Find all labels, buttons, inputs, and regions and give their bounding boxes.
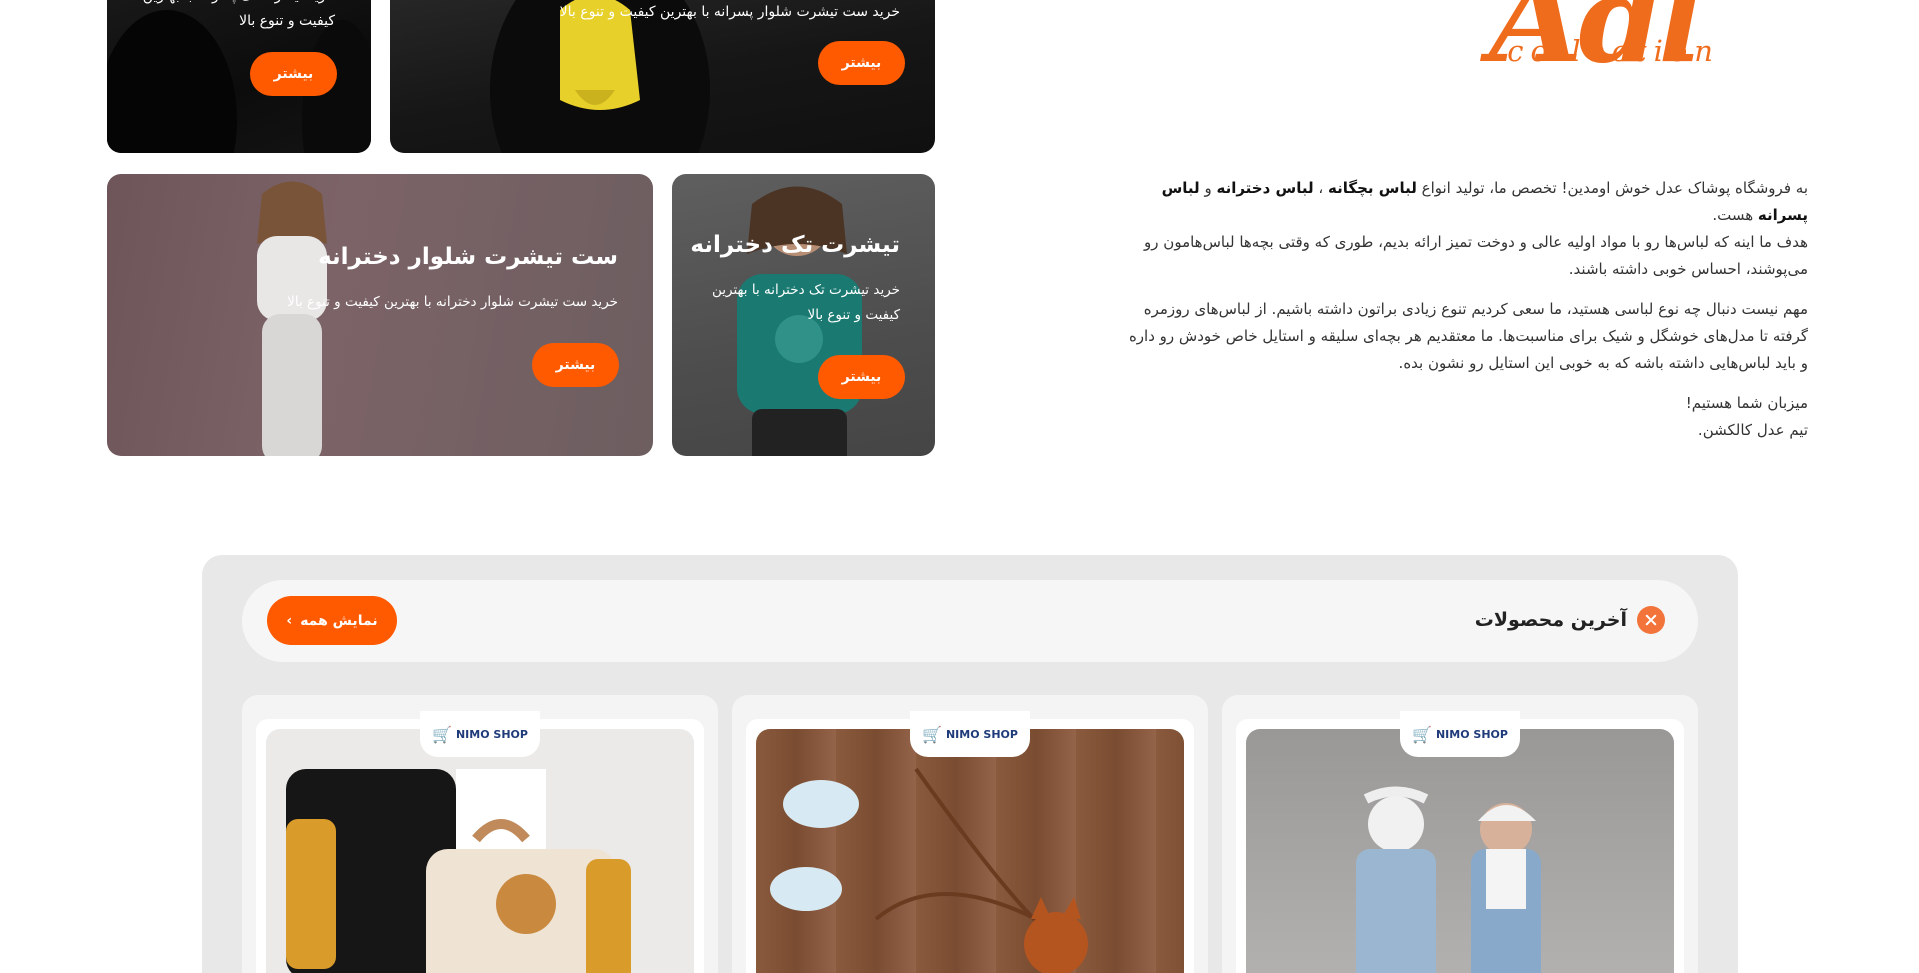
shop-logo-text: NIMO SHOP (1435, 727, 1508, 741)
latest-products-section: آخرین محصولات نمایش همه › 🛒 NIMO SHOP 🛒 … (202, 555, 1738, 973)
product-image[interactable] (756, 729, 1184, 973)
product-photo (286, 769, 631, 973)
section-title-label: آخرین محصولات (1474, 609, 1627, 631)
category-title: ست تیشرت شلوار دخترانه (318, 244, 618, 270)
about-paragraph: میزبان شما هستیم! تیم عدل کالکشن. (1118, 390, 1808, 444)
category-title: تیشرت تک دخترانه (690, 232, 900, 258)
product-card-inner: 🛒 NIMO SHOP (746, 711, 1194, 973)
cart-icon: 🛒 (922, 724, 942, 744)
product-card[interactable]: 🛒 NIMO SHOP (242, 695, 718, 973)
shop-logo: 🛒 NIMO SHOP (910, 711, 1030, 757)
section-title: آخرین محصولات (1475, 606, 1665, 634)
shop-logo: 🛒 NIMO SHOP (420, 711, 540, 757)
show-all-button[interactable]: نمایش همه › (267, 596, 397, 645)
category-card-girls-single[interactable]: تیشرت تک دخترانه خرید تیشرت تک دخترانه ب… (672, 174, 935, 456)
about-signature: تیم عدل کالکشن. (1697, 421, 1808, 439)
product-image[interactable] (266, 729, 694, 973)
category-desc: خرید ست تیشرت شلوار پسرانه با بهترین کیف… (559, 4, 900, 20)
about-paragraph: مهم نیست دنبال چه نوع لباسی هستید، ما سع… (1128, 300, 1808, 372)
cart-icon: 🛒 (432, 724, 452, 744)
chevron-left-icon: › (286, 612, 293, 629)
show-all-label: نمایش همه (300, 612, 378, 629)
child-model-image (257, 181, 327, 456)
about-text-part: و (1199, 179, 1217, 197)
category-desc: خرید تیشرت تک دخترانه با بهترین کیفیت و … (712, 281, 900, 323)
more-button[interactable]: بیشتر (250, 52, 337, 96)
cart-icon: 🛒 (1412, 724, 1432, 744)
category-desc: خرید تیشرت تک پسرانه با بهترین کیفیت و ت… (143, 0, 335, 29)
brand-logo-sub: collection (1507, 34, 1720, 68)
more-button[interactable]: بیشتر (818, 41, 905, 85)
about-text-part: ، (1313, 179, 1329, 197)
close-circle-icon (1637, 606, 1665, 634)
shop-logo-text: NIMO SHOP (455, 727, 528, 741)
product-card[interactable]: 🛒 NIMO SHOP (732, 695, 1208, 973)
link-girls-clothing[interactable]: لباس دخترانه (1216, 179, 1313, 197)
category-card-girls-set[interactable]: ست تیشرت شلوار دخترانه خرید ست تیشرت شلو… (107, 174, 653, 456)
product-photo (1356, 786, 1541, 973)
brand-logo: Adl collection (1420, 0, 1820, 100)
about-text: به فروشگاه پوشاک عدل خوش اومدین! تخصص ما… (1118, 175, 1808, 457)
shop-logo-text: NIMO SHOP (945, 727, 1018, 741)
product-image[interactable] (1246, 729, 1674, 973)
about-text-part: به فروشگاه پوشاک عدل خوش اومدین! تخصص ما… (1416, 179, 1808, 197)
about-text-part: هست. (1712, 206, 1758, 224)
about-paragraph: هدف ما اینه که لباس‌ها رو با مواد اولیه … (1144, 233, 1808, 278)
category-card-boys-single[interactable]: خرید تیشرت تک پسرانه با بهترین کیفیت و ت… (107, 0, 371, 153)
product-card-inner: 🛒 NIMO SHOP (1236, 711, 1684, 973)
latest-products-header: آخرین محصولات نمایش همه › (242, 580, 1698, 662)
more-button[interactable]: بیشتر (818, 355, 905, 399)
product-card-inner: 🛒 NIMO SHOP (256, 711, 704, 973)
link-kids-clothing[interactable]: لباس بچگانه (1328, 179, 1417, 197)
product-photo (770, 767, 1088, 973)
product-card[interactable]: 🛒 NIMO SHOP (1222, 695, 1698, 973)
more-button[interactable]: بیشتر (532, 343, 619, 387)
category-card-boys-set[interactable]: خرید ست تیشرت شلوار پسرانه با بهترین کیف… (390, 0, 935, 153)
about-paragraph: به فروشگاه پوشاک عدل خوش اومدین! تخصص ما… (1118, 175, 1808, 229)
category-desc: خرید ست تیشرت شلوار دخترانه با بهترین کی… (287, 293, 618, 310)
about-closing: میزبان شما هستیم! (1685, 394, 1808, 412)
shop-logo: 🛒 NIMO SHOP (1400, 711, 1520, 757)
